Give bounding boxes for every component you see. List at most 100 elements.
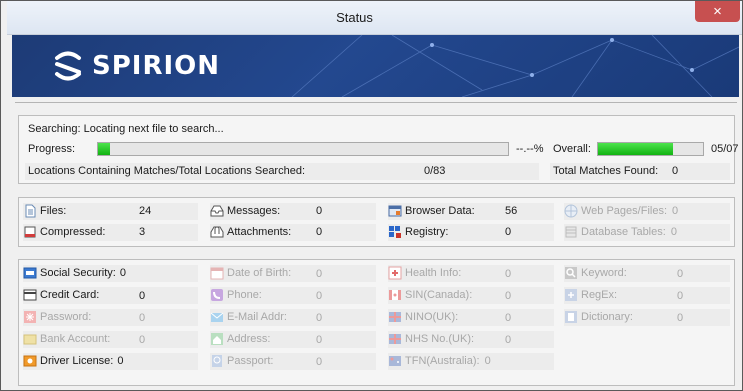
keyword-item[interactable]: Keyword: <box>564 264 627 282</box>
spirion-shield-icon <box>55 51 81 81</box>
total-matches-label: Total Matches Found: <box>553 165 659 177</box>
credit-card-item[interactable]: Credit Card: <box>23 286 99 304</box>
overall-progress-fill <box>598 143 673 155</box>
address-label: Address: <box>227 333 271 345</box>
attachments-value: 0 <box>316 226 323 238</box>
credit-card-label: Credit Card: <box>40 289 100 301</box>
compressed-label: Compressed: <box>40 226 106 238</box>
overall-progress-bar <box>597 142 704 156</box>
attachments-item[interactable]: Attachments: <box>210 223 291 241</box>
date-of-birth-item[interactable]: Date of Birth: <box>210 264 291 282</box>
bank-account-value: 0 <box>139 334 146 346</box>
locations-label: Locations Containing Matches/Total Locat… <box>28 165 306 177</box>
health-info-value: 0 <box>505 268 512 280</box>
browser-data-label: Browser Data: <box>405 205 475 217</box>
files-label: Files: <box>40 205 67 217</box>
address-icon <box>211 333 223 345</box>
database-tables-item[interactable]: Database Tables: 0 <box>564 223 677 241</box>
phone-item[interactable]: Phone: <box>210 286 262 304</box>
locations-panel: Files: 24 Compressed: 3 Messages: 0 Atta… <box>18 197 735 247</box>
date-of-birth-value: 0 <box>316 268 323 280</box>
brand-banner: SPIRION <box>12 35 739 97</box>
regex-item[interactable]: RegEx: <box>564 286 617 304</box>
spirion-logo: SPIRION <box>54 50 220 82</box>
messages-label: Messages: <box>227 205 281 217</box>
phone-icon <box>211 289 223 301</box>
password-value: 0 <box>139 312 146 324</box>
globe-icon <box>564 204 578 218</box>
progress-percent: --.--% <box>516 143 544 155</box>
web-pages-item[interactable]: Web Pages/Files: 0 <box>564 202 678 220</box>
progress-label: Progress: <box>28 143 76 155</box>
id-card-icon <box>23 267 37 279</box>
compressed-item[interactable]: Compressed: <box>23 223 105 241</box>
bank-account-item[interactable]: Bank Account: <box>23 330 110 348</box>
nino-uk-value: 0 <box>505 312 512 324</box>
divider <box>15 102 737 103</box>
bank-account-label: Bank Account: <box>40 333 111 345</box>
regex-label: RegEx: <box>581 289 618 301</box>
health-icon <box>388 266 402 280</box>
registry-item[interactable]: Registry: <box>388 223 448 241</box>
passport-value: 0 <box>316 356 323 368</box>
registry-label: Registry: <box>405 226 449 238</box>
files-value: 24 <box>139 205 152 217</box>
title-bar[interactable]: Status × <box>7 1 742 35</box>
passport-label: Passport: <box>227 355 274 367</box>
progress-bar <box>97 142 509 156</box>
sin-canada-item[interactable]: SIN(Canada): <box>388 286 472 304</box>
social-security-value: 0 <box>119 267 126 279</box>
australia-flag-icon <box>389 356 401 366</box>
mail-tray-icon <box>210 205 224 217</box>
driver-license-item[interactable]: Driver License: 0 <box>23 352 123 370</box>
locations-value: 0/83 <box>424 165 446 177</box>
address-item[interactable]: Address: <box>210 330 270 348</box>
keyword-label: Keyword: <box>581 267 627 279</box>
close-button[interactable]: × <box>695 1 740 22</box>
browser-data-item[interactable]: Browser Data: <box>388 202 475 220</box>
password-label: Password: <box>40 311 92 323</box>
email-label: E-Mail Addr: <box>227 311 287 323</box>
credit-card-icon <box>23 289 37 301</box>
messages-value: 0 <box>316 205 323 217</box>
progress-panel: Searching: Locating next file to search.… <box>18 115 739 184</box>
compressed-archive-icon <box>24 226 36 238</box>
file-icon <box>25 204 36 218</box>
dictionary-icon <box>565 311 577 323</box>
total-matches-value: 0 <box>672 165 679 177</box>
database-tables-label: Database Tables: <box>581 226 666 238</box>
uk-flag-icon <box>389 334 401 344</box>
email-item[interactable]: E-Mail Addr: <box>210 308 287 326</box>
passport-item[interactable]: Passport: <box>210 352 273 370</box>
attachments-label: Attachments: <box>227 226 292 238</box>
files-item[interactable]: Files: <box>23 202 66 220</box>
driver-license-label: Driver License: <box>40 355 114 367</box>
driver-license-icon <box>23 355 37 367</box>
browser-data-value: 56 <box>505 205 518 217</box>
dictionary-label: Dictionary: <box>581 311 633 323</box>
search-status-text: Searching: Locating next file to search.… <box>28 123 224 135</box>
brand-name: SPIRION <box>92 51 221 81</box>
tfn-australia-item[interactable]: TFN(Australia): 0 <box>388 352 491 370</box>
phone-value: 0 <box>316 290 323 302</box>
messages-item[interactable]: Messages: <box>210 202 280 220</box>
keyword-value: 0 <box>677 268 684 280</box>
nhs-uk-item[interactable]: NHS No.(UK): <box>388 330 474 348</box>
phone-label: Phone: <box>227 289 262 301</box>
status-window: Status × SPIRION Searching: Locating nex… <box>0 0 743 391</box>
uk-flag-icon <box>389 312 401 322</box>
password-item[interactable]: Password: <box>23 308 91 326</box>
social-security-item[interactable]: Social Security: 0 <box>23 264 126 282</box>
health-info-item[interactable]: Health Info: <box>388 264 461 282</box>
credit-card-value: 0 <box>139 290 146 302</box>
progress-bar-fill <box>98 143 111 155</box>
nino-uk-item[interactable]: NINO(UK): <box>388 308 458 326</box>
dictionary-item[interactable]: Dictionary: <box>564 308 633 326</box>
nhs-uk-value: 0 <box>505 334 512 346</box>
password-icon <box>24 311 36 323</box>
keyword-search-icon <box>565 267 577 279</box>
sin-canada-label: SIN(Canada): <box>405 289 473 301</box>
data-types-panel: Social Security: 0 Credit Card: 0 Passwo… <box>18 259 735 386</box>
compressed-value: 3 <box>139 226 146 238</box>
web-pages-label: Web Pages/Files: <box>581 205 668 217</box>
